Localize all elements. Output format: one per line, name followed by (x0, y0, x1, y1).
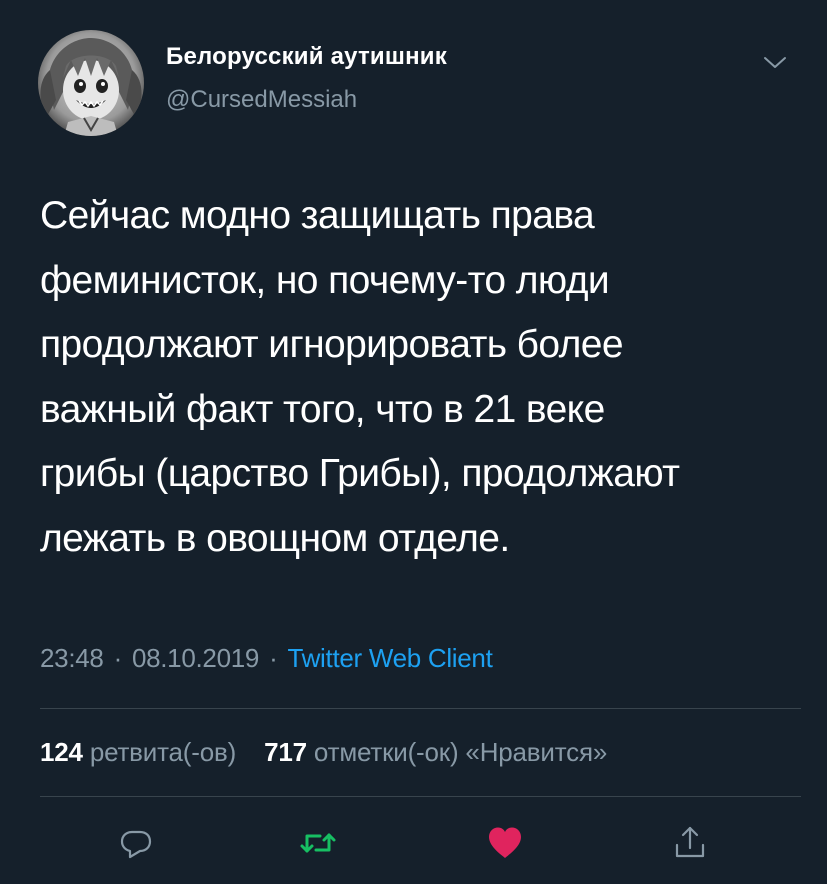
likes-label: отметки(-ок) «Нравится» (313, 737, 608, 767)
tweet-text-line: феминисток, но почему-то люди (40, 258, 610, 302)
tweet-text-line: Сейчас модно защищать права (40, 194, 595, 237)
retweets-count: 124 (40, 737, 83, 767)
heart-icon (489, 827, 521, 858)
retweet-icon (300, 833, 336, 853)
likes-stat[interactable]: 717 отметки(-ок) «Нравится» (257, 737, 607, 767)
tweet-client-link[interactable]: Twitter Web Client (287, 643, 492, 673)
tweet-actions (0, 815, 827, 871)
divider (40, 708, 801, 709)
reply-button[interactable] (108, 815, 164, 871)
meta-separator: · (269, 643, 278, 673)
more-options-chevron-down-icon[interactable] (760, 52, 790, 74)
retweets-label: ретвита(-ов) (89, 737, 237, 767)
author-handle[interactable]: @CursedMessiah (166, 86, 357, 114)
tweet-text-line: продолжают игнорировать более (40, 323, 624, 366)
tweet: Белорусский аутишник @CursedMessiah Сейч… (0, 0, 827, 884)
divider (40, 796, 801, 797)
like-button[interactable] (477, 815, 533, 871)
share-icon (675, 826, 705, 858)
meta-separator: · (113, 643, 123, 673)
tweet-stats: 124 ретвита(-ов) 717 отметки(-ок) «Нрави… (40, 737, 607, 768)
tweet-date[interactable]: 08.10.2019 (132, 643, 259, 673)
tweet-time[interactable]: 23:48 (40, 643, 104, 673)
tweet-meta: 23:48 · 08.10.2019 · Twitter Web Client (40, 643, 493, 674)
reply-icon (120, 830, 152, 859)
tweet-text-line: грибы (царство Грибы), продолжают (40, 452, 680, 495)
tweet-text-line: важный факт того, что в 21 веке (40, 387, 605, 431)
author-display-name[interactable]: Белорусский аутишник (166, 43, 447, 71)
retweets-stat[interactable]: 124 ретвита(-ов) (40, 737, 243, 767)
share-button[interactable] (662, 815, 718, 871)
avatar[interactable] (38, 30, 144, 136)
tweet-text-line: лежать в овощном отделе. (40, 516, 510, 560)
avatar-image (38, 30, 144, 136)
likes-count: 717 (264, 737, 307, 767)
retweet-button[interactable] (290, 815, 346, 871)
tweet-text: Сейчас модно защищать права феминисток, … (40, 184, 800, 571)
